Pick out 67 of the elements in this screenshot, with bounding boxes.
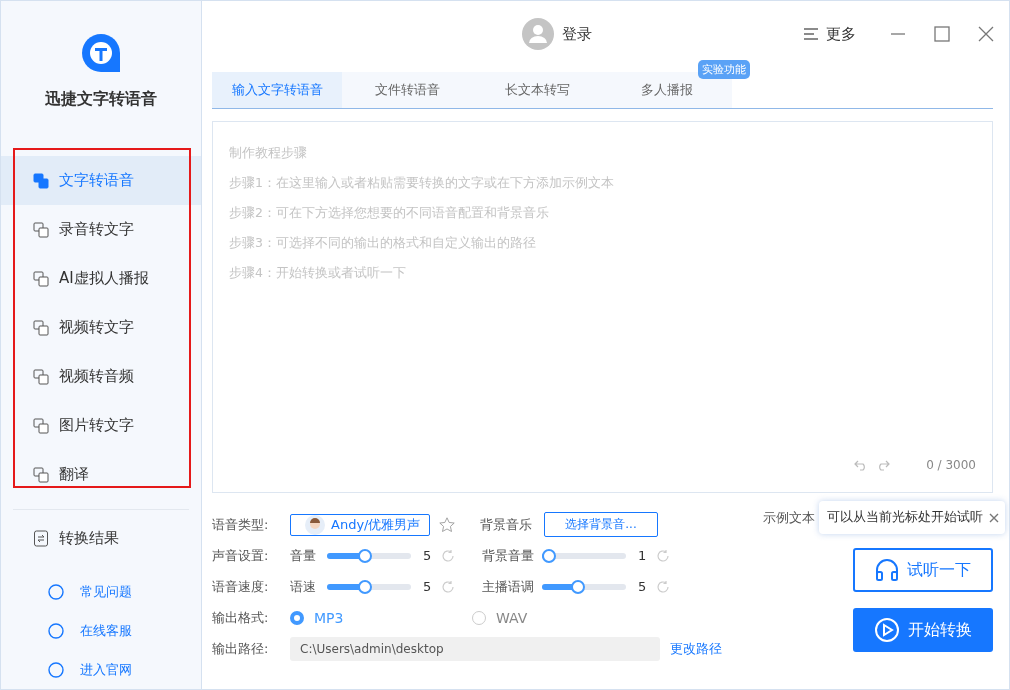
tooltip: 可以从当前光标处开始试听 — [819, 501, 1005, 534]
field-label: 输出路径: — [212, 639, 270, 658]
sidebar-link[interactable]: 在线客服 — [1, 611, 201, 650]
slider-thumb[interactable] — [357, 548, 372, 563]
start-convert-button[interactable]: 开始转换 — [853, 608, 993, 652]
change-path-link[interactable]: 更改路径 — [670, 639, 722, 658]
format-radio[interactable]: MP3 — [290, 609, 472, 626]
person-avatar-icon — [305, 514, 325, 535]
choose-music-button[interactable]: 选择背景音... — [544, 512, 658, 537]
slider-thumb[interactable] — [571, 579, 586, 594]
app-logo-icon — [79, 31, 123, 75]
slider[interactable] — [327, 548, 411, 563]
sidebar-item[interactable]: 视频转文字 — [1, 303, 201, 353]
menu-icon — [804, 28, 818, 40]
sample-text-label[interactable]: 示例文本 — [763, 508, 815, 527]
tab[interactable]: 文件转语音 — [342, 72, 472, 108]
tab[interactable]: 长文本转写 — [472, 72, 602, 108]
slider-label: 音量 — [290, 546, 317, 565]
field-label: 输出格式: — [212, 608, 270, 627]
format-radio[interactable]: WAV — [472, 609, 654, 626]
redo-icon[interactable] — [876, 459, 891, 471]
login-button[interactable]: 登录 — [522, 18, 592, 50]
clipboard-icon — [33, 529, 49, 548]
slider-thumb[interactable] — [357, 579, 372, 594]
avatar-icon — [522, 18, 554, 50]
sidebar-item[interactable]: AI虚拟人播报 — [1, 254, 201, 304]
slider[interactable] — [542, 579, 626, 594]
reset-icon[interactable] — [441, 548, 455, 563]
sidebar-link[interactable]: 常见问题 — [1, 572, 201, 611]
slider-value: 5 — [638, 579, 648, 594]
character-count: 0 / 3000 — [926, 458, 976, 472]
sidebar-item[interactable]: 录音转文字 — [1, 205, 201, 255]
tab[interactable]: 输入文字转语音 — [212, 72, 342, 108]
slider[interactable] — [327, 579, 411, 594]
more-button[interactable]: 更多 — [804, 24, 856, 44]
reset-icon[interactable] — [656, 548, 670, 563]
results-item[interactable]: 转换结果 — [1, 516, 201, 560]
app-name: 迅捷文字转语音 — [45, 89, 157, 110]
close-icon[interactable] — [989, 512, 999, 523]
headphones-icon — [875, 559, 899, 581]
field-label: 语音类型: — [212, 515, 270, 534]
slider-label: 主播语调 — [482, 577, 535, 596]
maximize-icon[interactable] — [934, 26, 950, 42]
reset-icon[interactable] — [656, 579, 670, 594]
voice-select[interactable]: Andy/优雅男声 — [290, 513, 430, 536]
sidebar-item[interactable]: 文字转语音 — [1, 156, 201, 206]
play-icon — [874, 617, 900, 643]
slider-value: 5 — [423, 579, 433, 594]
sidebar-item[interactable]: 翻译 — [1, 450, 201, 500]
sidebar-item[interactable]: 视频转音频 — [1, 352, 201, 402]
star-icon[interactable] — [438, 515, 456, 534]
slider-value: 1 — [638, 548, 648, 563]
slider-label: 语速 — [290, 577, 317, 596]
field-label: 声音设置: — [212, 546, 270, 565]
sidebar-link[interactable]: 进入官网 — [1, 650, 201, 689]
slider[interactable] — [542, 548, 626, 563]
reset-icon[interactable] — [441, 579, 455, 594]
field-label: 背景音乐 — [480, 515, 533, 534]
listen-button[interactable]: 试听一下 — [853, 548, 993, 592]
field-label: 语音速度: — [212, 577, 270, 596]
slider-label: 背景音量 — [482, 546, 535, 565]
sidebar-item[interactable]: 图片转文字 — [1, 401, 201, 451]
close-icon[interactable] — [978, 26, 994, 42]
slider-value: 5 — [423, 548, 433, 563]
experimental-badge: 实验功能 — [698, 60, 750, 79]
output-path-field[interactable]: C:\Users\admin\desktop — [290, 636, 660, 661]
slider-thumb[interactable] — [542, 548, 556, 563]
